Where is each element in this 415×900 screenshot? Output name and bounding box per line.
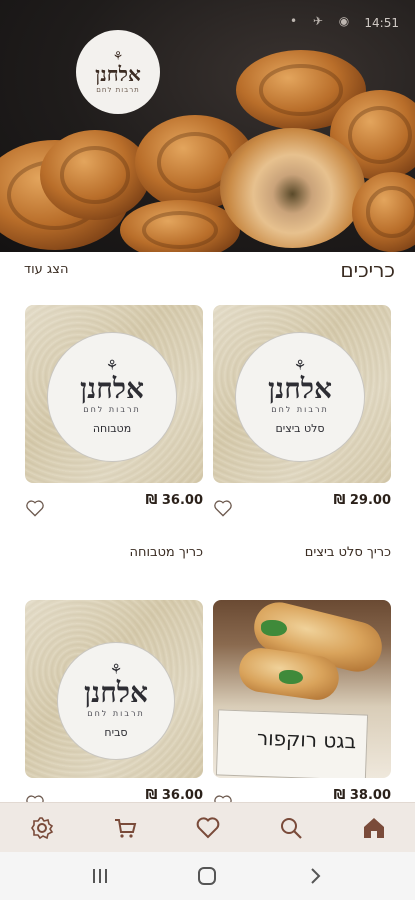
pastry-swirl-image: [220, 128, 365, 248]
wheat-icon: ⚘: [112, 49, 124, 63]
wheat-icon: ⚘: [109, 662, 123, 678]
sticker-type: סלט ביצים: [275, 422, 325, 435]
product-price: 29.00 ₪: [333, 493, 391, 508]
status-icons: • ✈ ◉: [290, 14, 356, 28]
product-sticker: ⚘ אלחנן תרבות לחם סביח: [57, 642, 175, 760]
product-image[interactable]: ⚘ אלחנן תרבות לחם סביח: [25, 600, 203, 778]
recent-apps-icon[interactable]: [88, 864, 112, 888]
sticker-type: מטבוחה: [92, 422, 132, 435]
product-sign: בגט רוקפור: [215, 709, 369, 778]
sign-text: בגט רוקפור: [256, 725, 357, 754]
bottom-navigation: [0, 802, 415, 852]
product-image[interactable]: ⚘ אלחנן תרבות לחם מטבוחה: [25, 305, 203, 483]
product-image[interactable]: בגט רוקפור: [213, 600, 391, 778]
favorite-heart-icon[interactable]: [25, 499, 45, 517]
product-price: 36.00 ₪: [145, 788, 203, 803]
sticker-tagline: תרבות לחם: [271, 405, 329, 414]
pastry-image: [120, 200, 240, 252]
brand-tagline: תרבות לחם: [96, 86, 140, 94]
product-name[interactable]: כריך מטבוחה: [129, 545, 203, 560]
search-icon[interactable]: [278, 815, 304, 841]
cart-icon[interactable]: [112, 815, 138, 841]
status-bar: • ✈ ◉ 14:51: [0, 0, 415, 44]
wheat-icon: ⚘: [105, 358, 119, 374]
hero-banner: • ✈ ◉ 14:51 ⚘ אלחנן תרבות לחם: [0, 0, 415, 252]
home-icon[interactable]: [361, 815, 387, 841]
favorite-heart-icon[interactable]: [213, 499, 233, 517]
sticker-tagline: תרבות לחם: [83, 405, 141, 414]
heart-icon[interactable]: [195, 815, 221, 841]
sticker-brand: אלחנן: [268, 372, 332, 405]
product-price: 36.00 ₪: [145, 493, 203, 508]
sticker-brand: אלחנן: [84, 676, 148, 709]
show-more-link[interactable]: הצג עוד: [24, 262, 68, 277]
product-sticker: ⚘ אלחנן תרבות לחם סלט ביצים: [235, 332, 365, 462]
wheat-icon: ⚘: [293, 358, 307, 374]
sticker-tagline: תרבות לחם: [87, 709, 145, 718]
back-chevron-icon[interactable]: [303, 864, 327, 888]
sticker-brand: אלחנן: [80, 372, 144, 405]
product-sticker: ⚘ אלחנן תרבות לחם מטבוחה: [47, 332, 177, 462]
product-image[interactable]: ⚘ אלחנן תרבות לחם סלט ביצים: [213, 305, 391, 483]
product-price: 38.00 ₪: [333, 788, 391, 803]
brand-logo: ⚘ אלחנן תרבות לחם: [76, 30, 160, 114]
settings-icon[interactable]: [29, 815, 55, 841]
product-name[interactable]: כריך סלט ביצים: [305, 545, 391, 560]
home-button-icon[interactable]: [195, 864, 219, 888]
status-time: 14:51: [364, 16, 399, 30]
section-title: כריכים: [340, 258, 395, 282]
brand-name: אלחנן: [95, 62, 141, 86]
sticker-type: סביח: [104, 726, 128, 739]
system-navigation-bar: [0, 852, 415, 900]
pastry-image: [40, 130, 150, 220]
